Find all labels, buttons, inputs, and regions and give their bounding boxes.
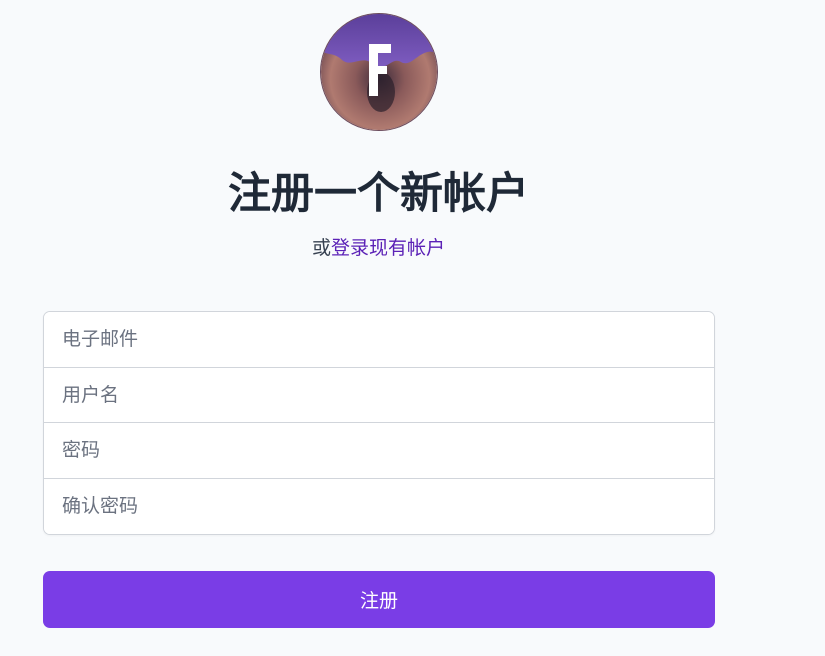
confirm-password-input[interactable] bbox=[44, 478, 714, 534]
password-input[interactable] bbox=[44, 423, 714, 479]
signup-form bbox=[43, 311, 715, 535]
logo-letter-text: F bbox=[321, 14, 322, 15]
register-button[interactable]: 注册 bbox=[43, 571, 715, 628]
subtitle: 或登录现有帐户 bbox=[0, 234, 757, 262]
username-input[interactable] bbox=[44, 367, 714, 423]
login-link[interactable]: 登录现有帐户 bbox=[331, 237, 445, 259]
subtitle-prefix: 或 bbox=[311, 237, 331, 259]
logo-image: F bbox=[321, 14, 437, 130]
email-input[interactable] bbox=[44, 312, 714, 368]
app-logo: F bbox=[320, 13, 438, 131]
page-title: 注册一个新帐户 bbox=[228, 169, 529, 219]
